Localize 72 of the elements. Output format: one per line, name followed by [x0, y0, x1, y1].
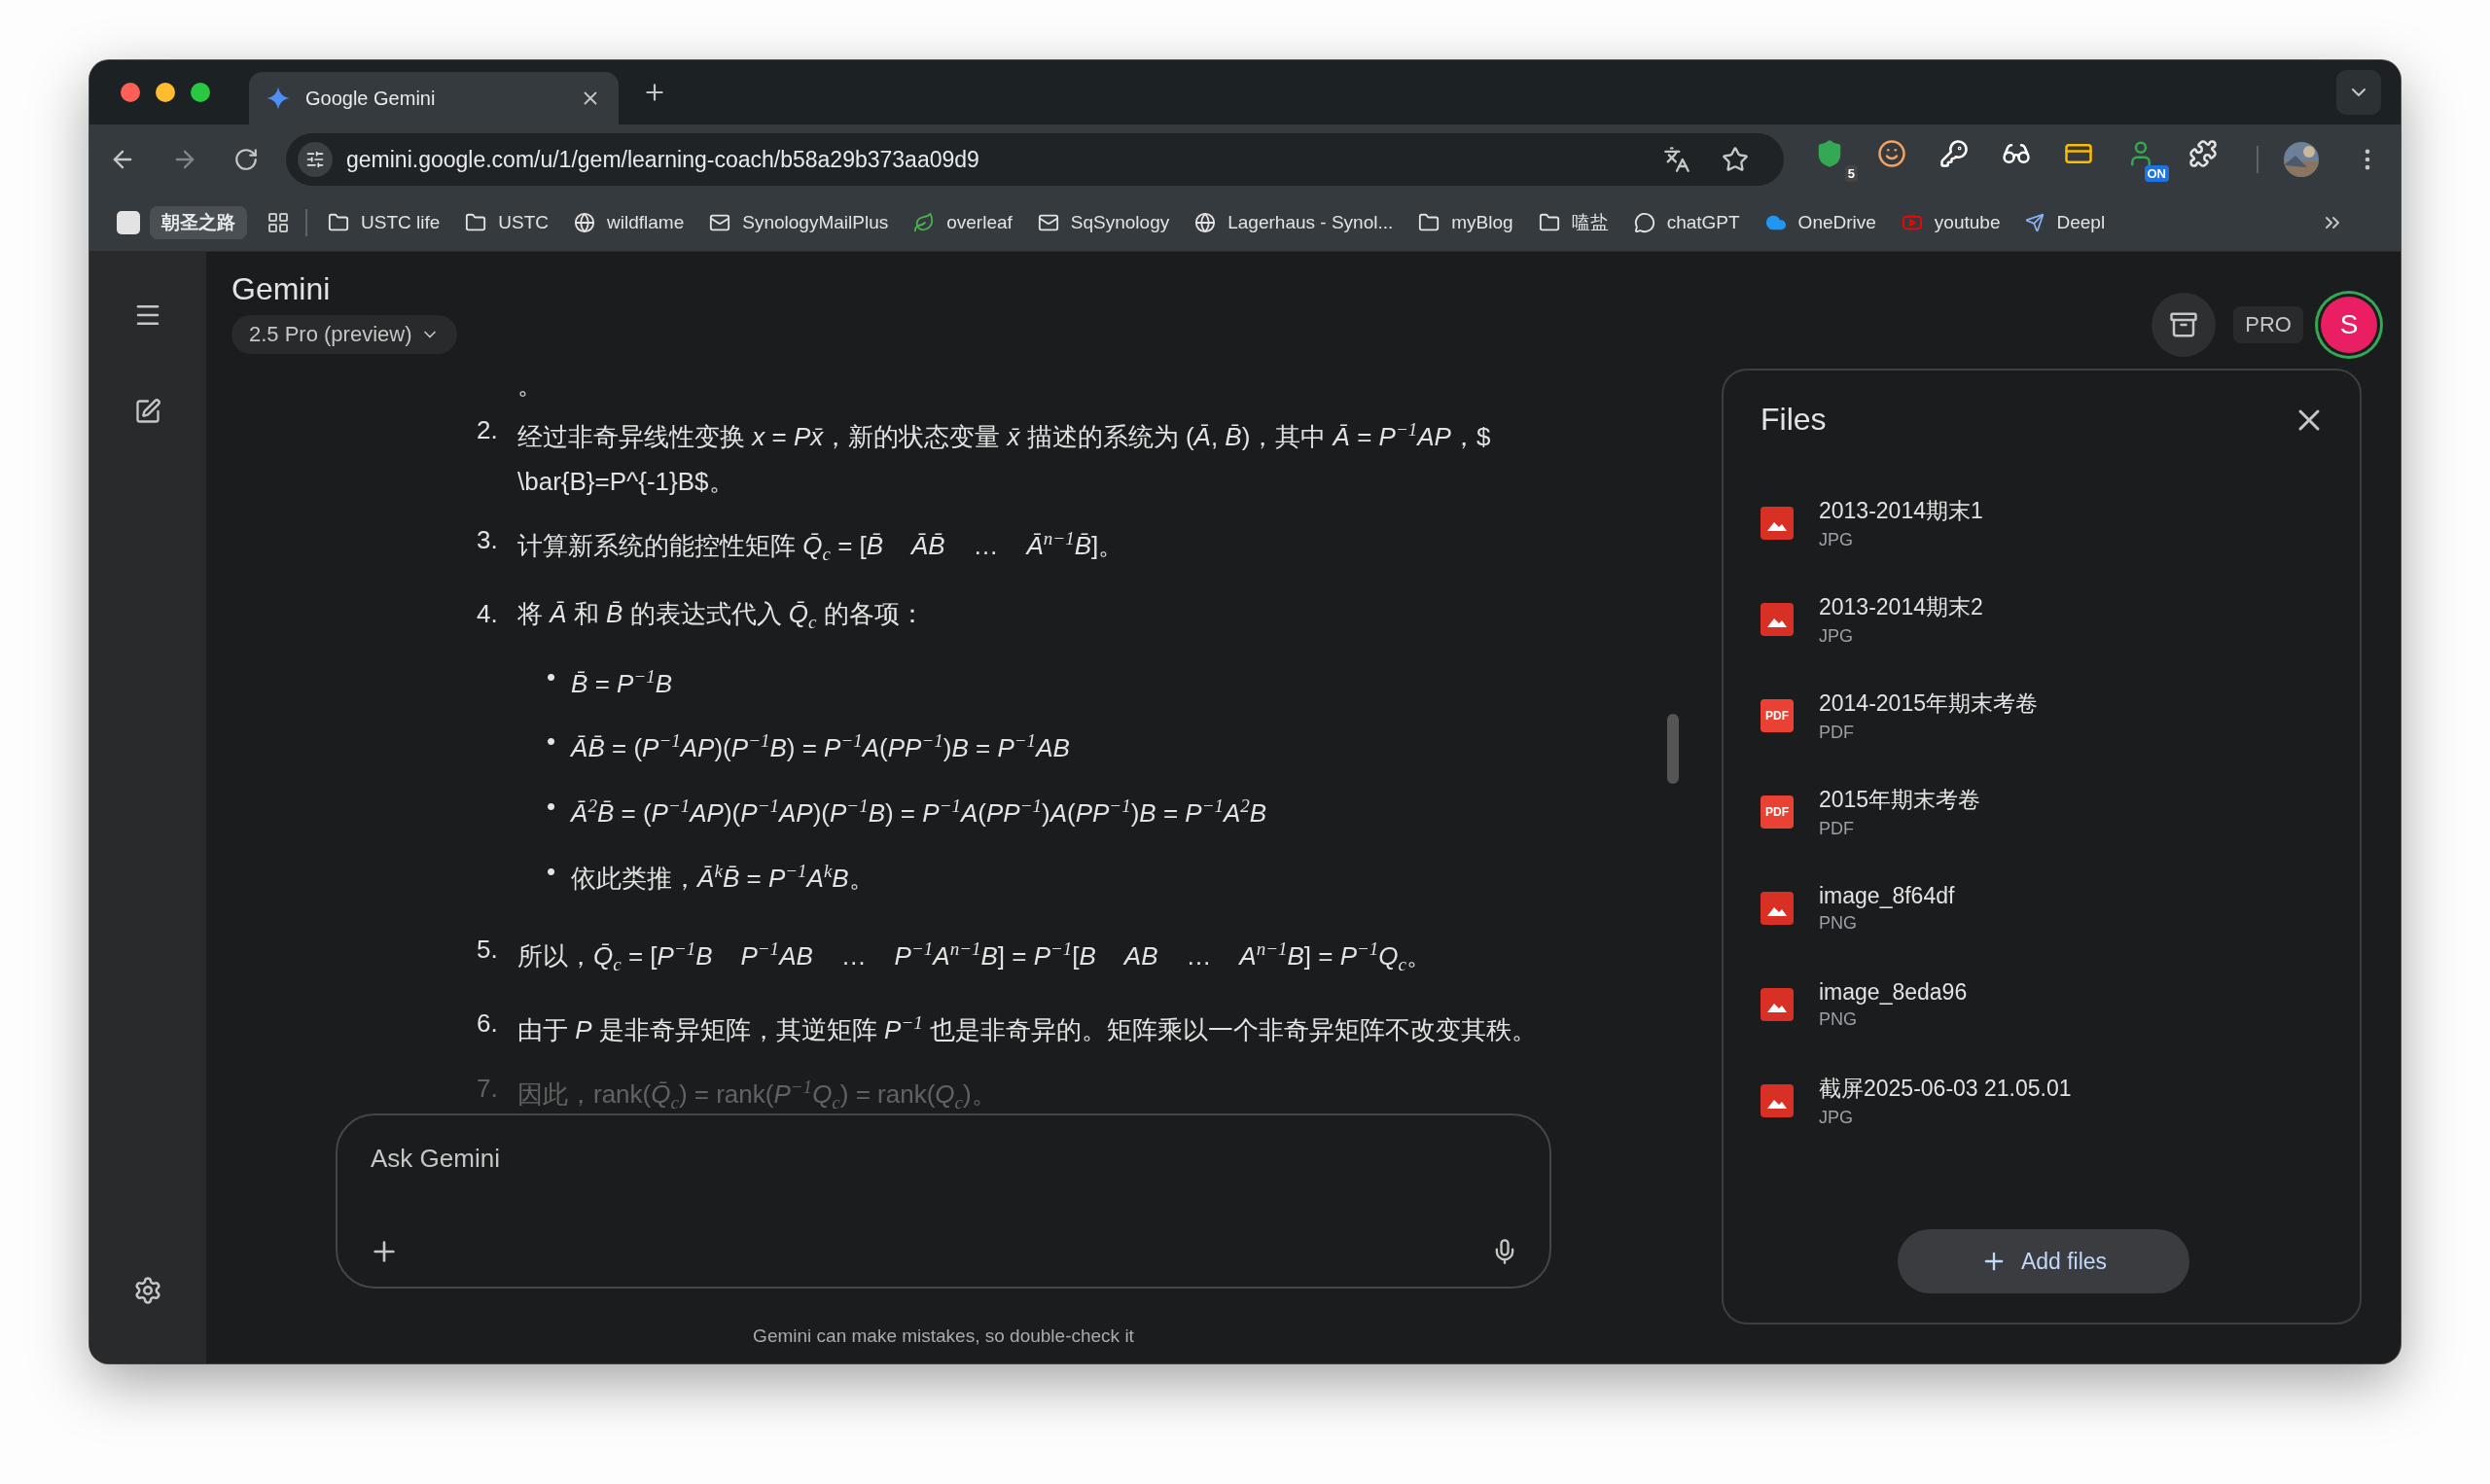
file-type: JPG: [1819, 625, 1854, 647]
disclaimer: Gemini can make mistakes, so double-check it: [752, 1325, 1135, 1347]
formula: 依此类推，Ā$^{k}$B̄ = P$^{−1}$A$^{k}$B。: [571, 859, 874, 895]
answer-text: 因此，rank(Q̄$_{c}$) = rank(P$^{−1}$Q$_{c}$) = rank(Q$_{c}$)。: [517, 1079, 997, 1110]
prompt-box[interactable]: Ask Gemini: [336, 1113, 1551, 1289]
app-title: Gemini: [231, 271, 331, 307]
file-name: 截屏2025-06-03 21.05.01: [1819, 1074, 2072, 1103]
file-item[interactable]: 截屏2025-06-03 21.05.01 JPG: [1761, 1052, 2327, 1148]
answer-text: 经过非奇异线性变换 x = Px̄，新的状态变量 x̄ 描述的系统为 (Ā, B̄)，其中 Ā =P$^{−1}$AP，$ \bar{B}=P^{-1}B$。: [517, 421, 1492, 496]
answer-text: 将 Ā 和 B̄ 的表达式代入 Q̄$_{c}$ 的各项：: [517, 598, 925, 628]
list-number: 4.: [477, 597, 499, 630]
file-name: 2014-2015年期末考卷: [1819, 689, 2038, 718]
file-type: JPG: [1819, 1107, 1854, 1128]
bookmark[interactable]: myBlog: [1405, 206, 1526, 239]
file-name: 2013-2014期末2: [1819, 592, 1983, 621]
answer-text: 。: [516, 370, 544, 402]
list-number: 5.: [477, 934, 499, 967]
file-item[interactable]: image_8f64df PNG: [1761, 860, 2327, 956]
list-number: 7.: [477, 1072, 499, 1105]
pdf-icon: PDF: [1761, 698, 1794, 732]
file-type: PDF: [1819, 722, 1855, 743]
list-number: 6.: [477, 1007, 499, 1041]
answer-text: 所以，Q̄$_{c}$ = [P$^{−1}$B P$^{−1}$AB … P$^{−1}$A$^{n−1}$B] = P$^{−1}$[B AB … A$^{n−1}$B] = P$^{−1}$Q$_{c}$。: [517, 940, 1432, 971]
bookmark[interactable]: 嗑盐: [1525, 204, 1621, 241]
file-type: PNG: [1819, 1008, 1858, 1030]
bullet: •: [547, 660, 556, 693]
bookmark[interactable]: Deepl: [2012, 206, 2118, 239]
bookmark[interactable]: OneDrive: [1752, 206, 1889, 239]
prompt-input[interactable]: Ask Gemini: [369, 1143, 1518, 1175]
file-name: 2015年期末考卷: [1819, 785, 1981, 814]
answer-text: 由于 P 是非奇异矩阵，其逆矩阵 P$^{−1}$ 也是非奇异的。矩阵乘以一个非奇异矩阵不改变其秩。: [517, 1014, 1537, 1044]
bullet: •: [547, 791, 556, 823]
file-name: image_8eda96: [1819, 978, 1968, 1006]
pdf-icon: PDF: [1761, 795, 1794, 829]
bookmark[interactable]: youtube: [1888, 206, 2013, 239]
formula: B̄ = P$^{−1}$B: [571, 664, 673, 700]
list-number: 3.: [477, 523, 499, 556]
bookmark[interactable]: chatGPT: [1620, 206, 1753, 239]
answer-text: 计算新系统的能控性矩阵 Q̄$_{c}$ = [B̄ ĀB̄ … Ā$^{n−1}$B̄]。: [517, 531, 1124, 561]
list-number: 2.: [477, 414, 499, 446]
bookmark[interactable]: wildflame: [561, 206, 697, 239]
extension-badge: ON: [2144, 165, 2169, 182]
bullet: •: [547, 855, 556, 888]
file-item[interactable]: PDF 2015年期末考卷 PDF: [1761, 763, 2327, 860]
file-type: PNG: [1819, 912, 1858, 934]
bookmark[interactable]: overleaf: [901, 206, 1025, 239]
add-files-button[interactable]: Add files: [1898, 1229, 2189, 1293]
file-type: JPG: [1819, 529, 1854, 550]
file-name: image_8f64df: [1819, 882, 1955, 909]
bookmark[interactable]: SynologyMailPlus: [696, 206, 902, 239]
panel-title: Files: [1761, 402, 1827, 438]
file-item[interactable]: PDF 2014-2015年期末考卷 PDF: [1761, 667, 2327, 763]
extension-badge: 5: [1844, 165, 1858, 182]
file-item[interactable]: image_8eda96 PNG: [1761, 956, 2327, 1052]
address-bar[interactable]: gemini.google.com/u/1/gem/learning-coach/b58a29b373aa09d9: [286, 133, 1784, 186]
bookmark[interactable]: Lagerhaus - Synol...: [1182, 206, 1406, 239]
browser-tab[interactable]: Google Gemini: [249, 72, 619, 124]
plan-badge: PRO: [2233, 306, 2303, 343]
bookmark[interactable]: USTC life: [315, 206, 453, 239]
extension-icon[interactable]: ON: [2124, 137, 2169, 182]
bullet: •: [547, 725, 556, 759]
bookmark[interactable]: SqSynology: [1024, 206, 1183, 239]
bookmark[interactable]: USTC: [452, 206, 562, 239]
formula: Ā$^{2}$B̄ = (P$^{−1}$AP)(P$^{−1}$AP)(P$^{−1}$B) = P$^{−1}$A(PP$^{−1}$)A(PP$^{−1}$)B = P$^{−1}$A$^{2}$B: [571, 795, 1267, 830]
file-item[interactable]: 2013-2014期末1 JPG: [1761, 475, 2327, 571]
file-type: PDF: [1819, 818, 1855, 839]
formula: ĀB̄ = (P$^{−1}$AP)(P$^{−1}$B) = P$^{−1}$A(PP$^{−1}$)B = P$^{−1}$AB: [571, 729, 1070, 764]
file-name: 2013-2014期末1: [1819, 496, 1983, 525]
model-selector[interactable]: 2.5 Pro (preview): [231, 315, 457, 354]
tab-group-label[interactable]: 朝圣之路: [150, 206, 247, 239]
extension-icon[interactable]: 5: [1813, 137, 1858, 182]
file-item[interactable]: 2013-2014期末2 JPG: [1761, 571, 2327, 667]
